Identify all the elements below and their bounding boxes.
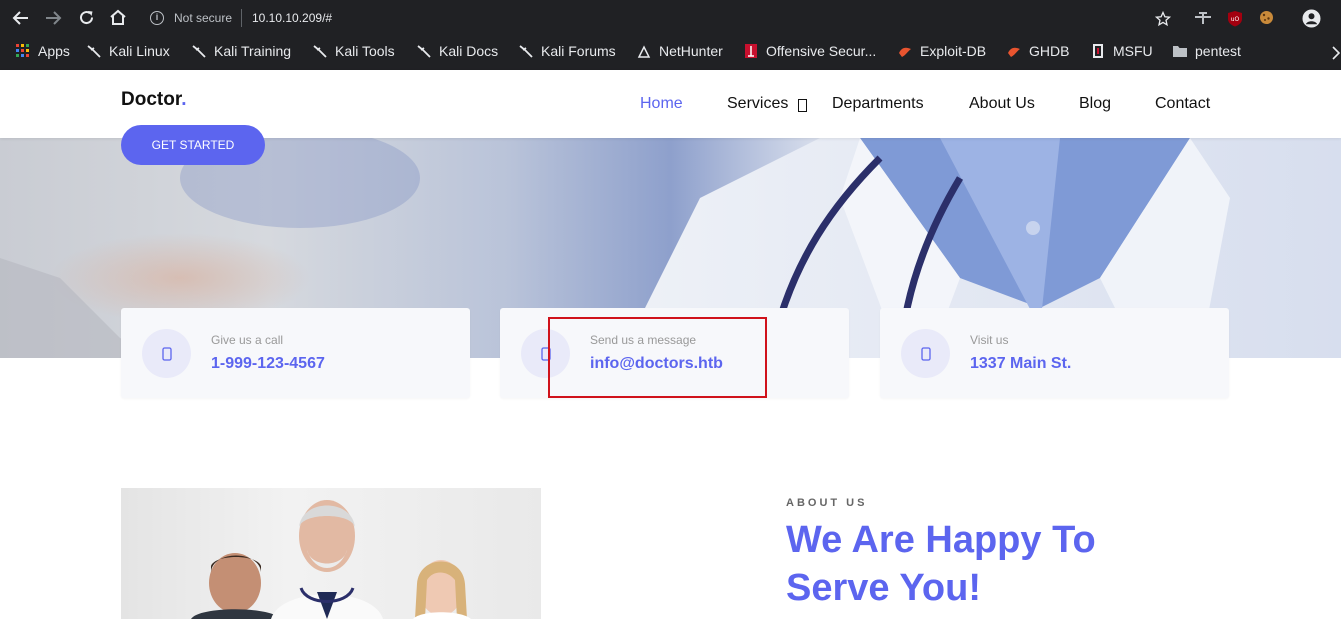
site-logo[interactable]: Doctor. [121,89,186,111]
bookmarks-overflow-icon[interactable] [1332,46,1340,60]
card-label: Visit us [970,333,1009,347]
get-started-button[interactable]: GET STARTED [121,125,265,165]
bookmark-label: MSFU [1113,43,1153,59]
bookmark-label: Offensive Secur... [766,43,877,59]
kali-dragon-icon [417,45,431,58]
nav-blog[interactable]: Blog [1079,95,1111,113]
about-doctors-photo [121,488,541,619]
bookmark-label: Kali Docs [439,43,499,59]
address-bar-row: i Not secure 10.10.10.209/# uO [0,0,1341,36]
nav-services[interactable]: Services [727,95,788,113]
svg-text:uO: uO [1231,16,1240,23]
kali-dragon-icon [87,45,101,58]
forward-icon[interactable] [44,10,62,26]
profile-icon[interactable] [1302,9,1321,28]
bookmark-label: Kali Forums [541,43,616,59]
folder-icon [1173,46,1187,57]
nav-departments[interactable]: Departments [832,95,924,113]
security-label[interactable]: Not secure [174,11,232,25]
street-address: 1337 Main St. [970,355,1072,372]
apps-grid-icon [16,44,29,57]
nav-about-us[interactable]: About Us [969,95,1035,113]
bookmark-label: Exploit-DB [920,43,987,59]
bookmarks-bar: Apps Kali Linux Kali Training Kali Tools… [0,36,1341,70]
bookmark-label: GHDB [1029,43,1070,59]
kali-dragon-icon [192,45,206,58]
exploitdb-icon [1008,47,1020,57]
bookmark-label: pentest [1195,43,1241,59]
nav-contact[interactable]: Contact [1155,95,1210,113]
kali-dragon-icon [519,45,533,58]
about-section-label: ABOUT US [786,497,868,509]
bookmark-label: Apps [38,43,70,59]
bookmark-label: NetHunter [659,43,723,59]
brand-dot: . [181,89,187,110]
reload-icon[interactable] [78,9,95,26]
nethunter-icon [637,45,651,58]
services-dropdown-icon[interactable] [798,99,807,112]
back-icon[interactable] [12,10,30,26]
annotation-highlight-box [548,317,767,398]
url-divider [241,9,242,27]
home-icon[interactable] [109,9,127,26]
card-label: Give us a call [211,333,284,347]
site-info-icon[interactable]: i [150,11,164,25]
url-text[interactable]: 10.10.10.209/# [252,11,332,25]
doctors-team-image [191,500,471,619]
brand-name: Doctor [121,89,182,110]
exploitdb-icon [899,47,911,57]
kali-dragon-icon [313,45,327,58]
bookmark-label: Kali Tools [335,43,395,59]
nav-home[interactable]: Home [640,95,683,113]
bookmark-label: Kali Linux [109,43,170,59]
info-card-call: Give us a call 1-999-123-4567 [121,308,470,398]
browser-chrome: i Not secure 10.10.10.209/# uO Apps Kali… [0,0,1341,70]
phone-number[interactable]: 1-999-123-4567 [211,355,325,373]
about-section-title: We Are Happy To Serve You! [786,519,1096,609]
ublock-icon[interactable]: uO [1227,10,1243,27]
phone-icon [142,329,191,378]
bookmark-star-icon[interactable] [1155,11,1171,27]
info-card-visit: Visit us 1337 Main St. [880,308,1229,398]
map-marker-icon [901,329,950,378]
offsec-icon [745,44,757,58]
cookie-icon[interactable] [1259,10,1274,25]
bookmark-label: Kali Training [214,43,292,59]
msfu-icon [1093,44,1103,58]
extension-icon[interactable] [1194,11,1212,25]
